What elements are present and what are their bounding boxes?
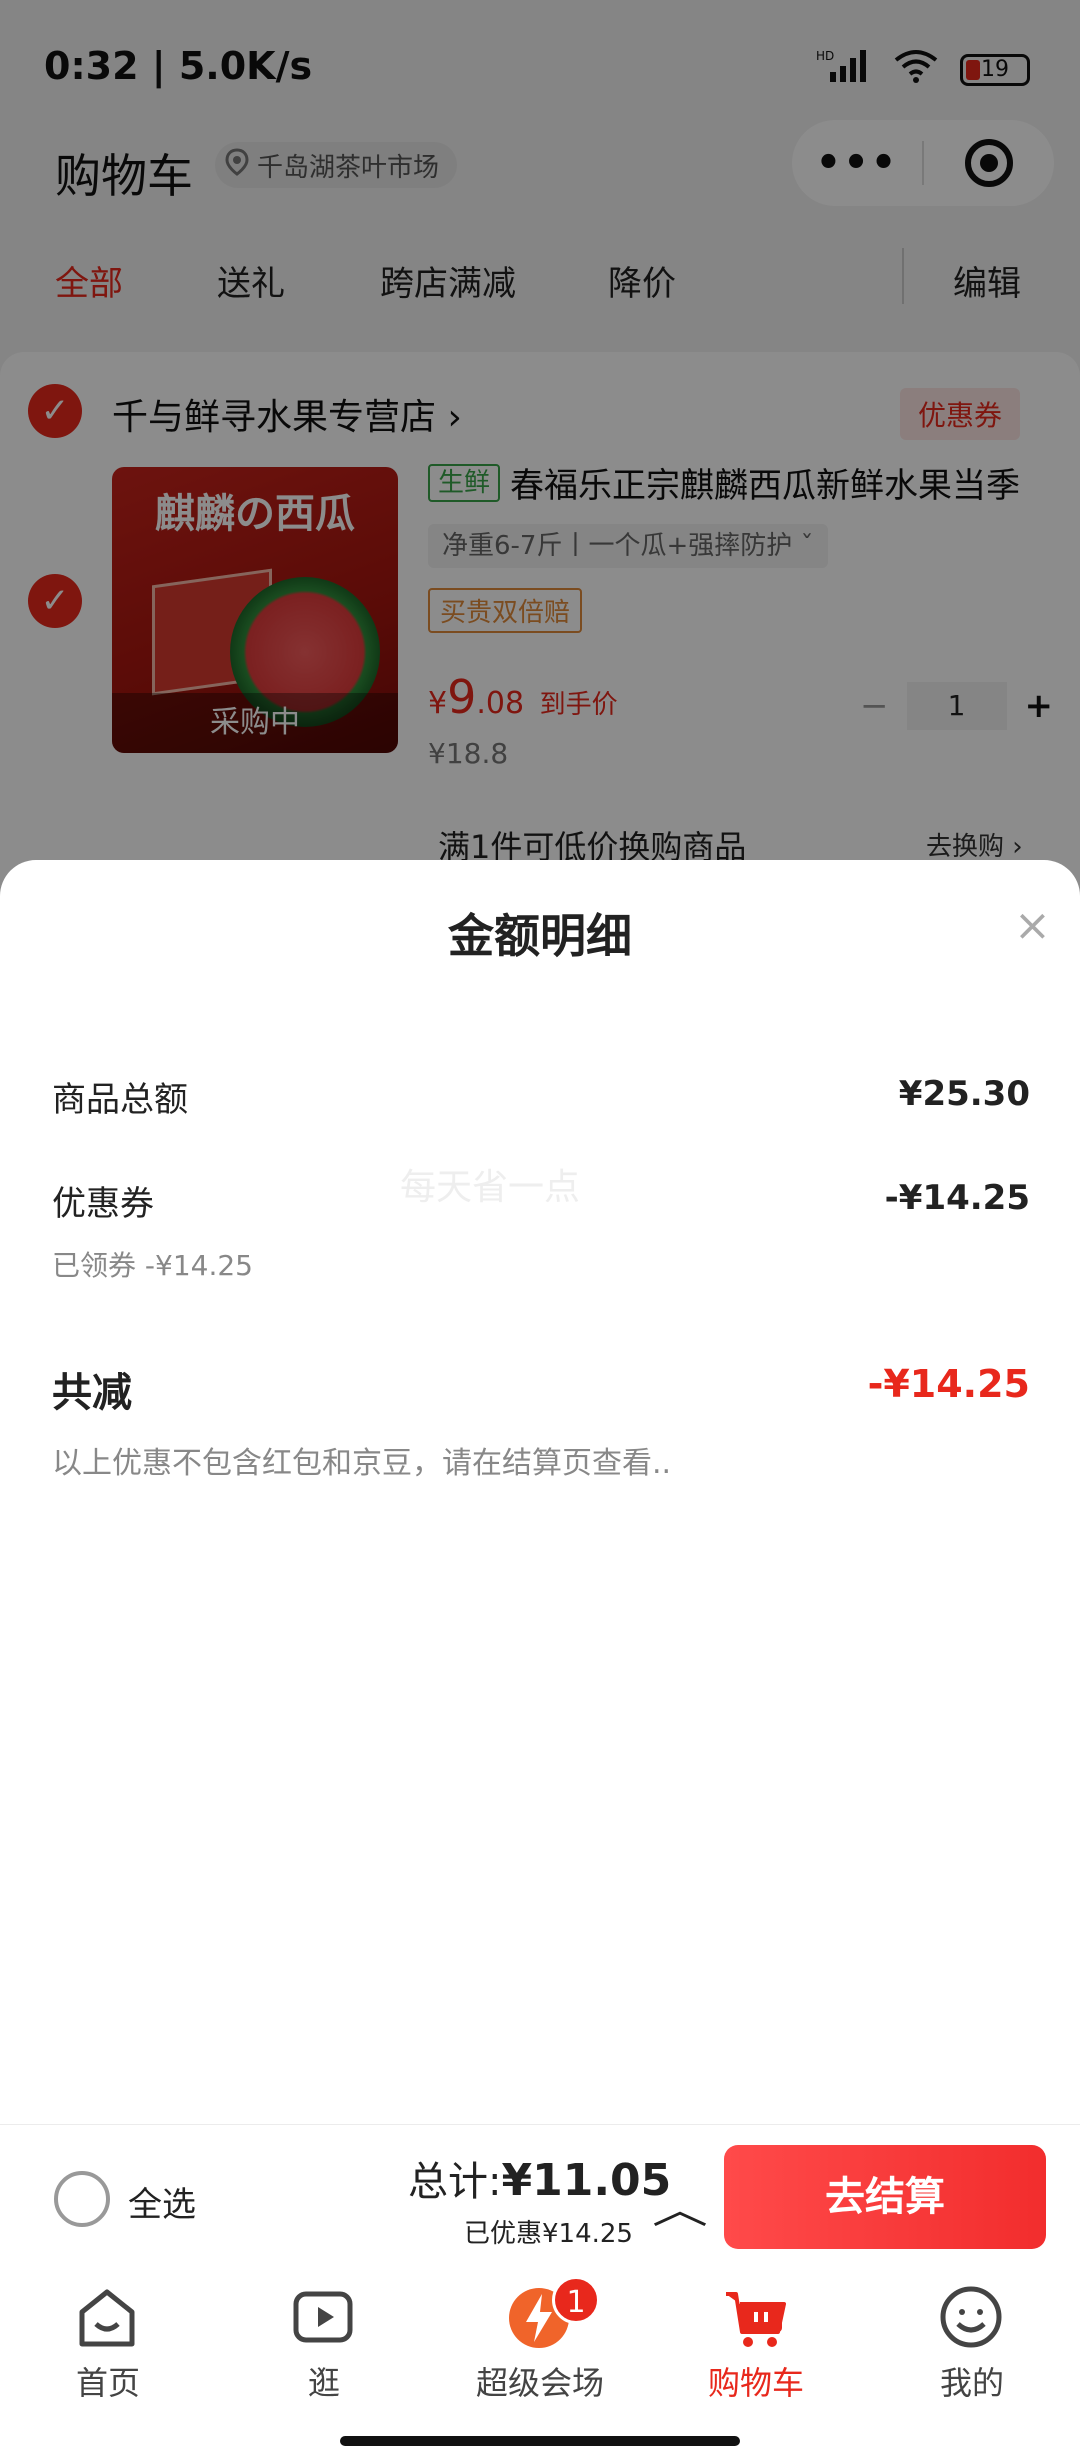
close-icon[interactable]: × <box>1014 904 1051 948</box>
tabbar-label-home: 首页 <box>75 2364 140 2402</box>
coupon-label: 优惠券 <box>52 1184 154 1224</box>
saved-amount: 已优惠¥14.25 <box>464 2219 633 2249</box>
sheet-title: 金额明细 <box>448 909 632 963</box>
total-discount-value: -¥14.25 <box>867 1362 1030 1406</box>
safe-area <box>0 2408 1080 2460</box>
goods-total-value: ¥25.30 <box>898 1074 1030 1114</box>
checkout-button[interactable]: 去结算 <box>724 2145 1046 2249</box>
bottom-tabbar: 首页 逛 1 超级会场 购物车 我的 <box>0 2268 1080 2408</box>
amount-detail-sheet: 金额明细 × 商品总额 ¥25.30 每天省一点 优惠券 -¥14.25 已领券… <box>0 860 1080 2124</box>
select-all-label[interactable]: 全选 <box>128 2177 196 2226</box>
coupon-claimed: 已领券 -¥14.25 <box>52 1249 253 1282</box>
watermark: 每天省一点 <box>400 1167 581 1208</box>
total-price[interactable]: 总计:¥11.05 <box>408 2149 671 2207</box>
total-amount: ¥11.05 <box>501 2155 672 2206</box>
goods-total-label: 商品总额 <box>52 1080 188 1120</box>
tabbar-label-profile: 我的 <box>939 2364 1004 2402</box>
total-label: 总计: <box>408 2159 502 2205</box>
chevron-up-icon[interactable]: ︿ <box>652 2177 708 2235</box>
profile-icon <box>940 2286 1002 2348</box>
coupon-value: -¥14.25 <box>884 1178 1030 1218</box>
tabbar-item-profile[interactable]: 我的 <box>864 2268 1080 2408</box>
total-discount-label: 共减 <box>52 1370 132 1416</box>
tabbar-item-cart[interactable]: 购物车 <box>648 2268 864 2408</box>
tabbar-label-super-venue: 超级会场 <box>475 2364 604 2402</box>
tabbar-item-super-venue[interactable]: 1 超级会场 <box>432 2268 648 2408</box>
notification-badge: 1 <box>552 2276 600 2324</box>
tabbar-item-explore[interactable]: 逛 <box>216 2268 432 2408</box>
select-all-radio[interactable] <box>54 2171 110 2227</box>
home-icon <box>79 2289 135 2347</box>
home-indicator[interactable] <box>340 2436 740 2446</box>
cart-icon <box>726 2292 786 2347</box>
tabbar-label-explore: 逛 <box>307 2364 340 2402</box>
tabbar-item-home[interactable]: 首页 <box>0 2268 216 2408</box>
checkout-bar: 全选 总计:¥11.05 已优惠¥14.25 ︿ 去结算 <box>0 2124 1080 2268</box>
video-icon <box>293 2291 353 2343</box>
discount-note: 以上优惠不包含红包和京豆，请在结算页查看.. <box>52 1446 672 1481</box>
tabbar-label-cart: 购物车 <box>707 2364 804 2402</box>
